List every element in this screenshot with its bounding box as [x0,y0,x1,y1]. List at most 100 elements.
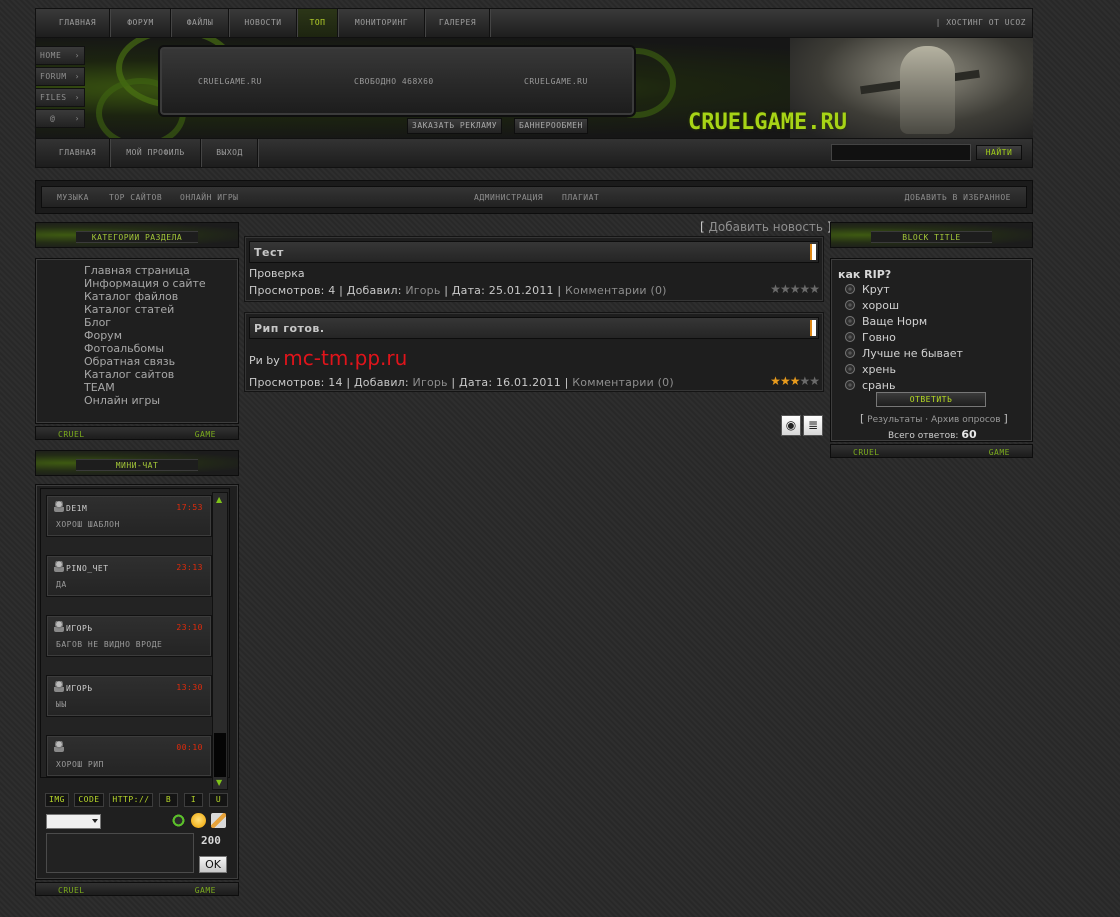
category-link[interactable]: Обратная связь [84,355,206,368]
author-link[interactable]: Игорь [405,284,440,297]
site-logo[interactable]: CRUELGAME.RU [688,110,847,135]
radio-button[interactable] [845,284,855,294]
category-link[interactable]: TEAM [84,381,206,394]
category-link[interactable]: Каталог статей [84,303,206,316]
star-icon[interactable]: ★ [809,374,820,388]
poll-option[interactable]: Говно [845,331,896,344]
category-link[interactable]: Форум [84,329,206,342]
category-link[interactable]: Каталог файлов [84,290,206,303]
radio-button[interactable] [845,380,855,390]
side-home-button[interactable]: HOME › [35,46,85,65]
nav-forum[interactable]: Форум [111,9,171,37]
chat-username[interactable]: DE1m [66,504,87,513]
smiley-icon[interactable] [191,813,206,828]
star-icon[interactable]: ★ [799,374,810,388]
nav-monitoring[interactable]: Мониторинг [339,9,425,37]
star-icon[interactable]: ★ [770,282,781,296]
eye-icon[interactable]: ◉ [781,415,801,436]
author-link[interactable]: Игорь [413,376,448,389]
category-link[interactable]: Каталог сайтов [84,368,206,381]
star-icon[interactable]: ★ [809,282,820,296]
chat-messages[interactable]: DE1m 17:53 хорош шаблон Pino_Чет 23:13 д… [40,488,230,778]
star-icon[interactable]: ★ [780,374,791,388]
star-icon[interactable]: ★ [780,282,791,296]
bbcode-code-button[interactable]: CODE [74,793,104,807]
scroll-thumb[interactable] [214,733,226,777]
list-view-icon[interactable]: ≣ [803,415,823,436]
link-top-sites[interactable]: ТОР сайтов [109,193,162,202]
category-link[interactable]: Главная страница [84,264,206,277]
banner-exchange-button[interactable]: Баннерообмен [514,118,588,134]
category-link[interactable]: Информация о сайте [84,277,206,290]
star-icon[interactable]: ★ [790,282,801,296]
poll-option[interactable]: Лучше не бывает [845,347,963,360]
side-mail-button[interactable]: @ › [35,109,85,128]
nav-home[interactable]: Главная [46,9,110,37]
entry-menu-icon[interactable] [810,244,816,260]
chat-message-input[interactable] [46,833,194,873]
order-ad-button[interactable]: Заказать рекламу [407,118,503,134]
radio-button[interactable] [845,364,855,374]
category-link[interactable]: Онлайн игры [84,394,206,407]
chat-username[interactable]: Игорь [66,684,93,693]
nav-top[interactable]: ТОП [298,9,338,37]
nav-news[interactable]: Новости [230,9,297,37]
category-link[interactable]: Блог [84,316,206,329]
poll-archive-link[interactable]: Архив опросов [931,415,1001,425]
poll-option[interactable]: Крут [845,283,890,296]
search-input[interactable] [831,144,971,161]
entry-body-link[interactable]: mc-tm.pp.ru [283,346,407,370]
comments-link[interactable]: Комментарии (0) [565,284,667,297]
poll-results-link[interactable]: Результаты [867,415,922,425]
entry-title[interactable]: Тест [254,246,284,259]
chat-scrollbar[interactable]: ▲ ▼ [212,492,228,790]
poll-option[interactable]: хорош [845,299,899,312]
chat-send-button[interactable]: OK [199,856,227,873]
entry-menu-icon[interactable] [810,320,816,336]
nav-files[interactable]: Файлы [172,9,229,37]
bbcode-url-button[interactable]: http:// [109,793,153,807]
comments-link[interactable]: Комментарии (0) [572,376,674,389]
bbcode-italic-button[interactable]: i [184,793,203,807]
add-news-link[interactable]: Добавить новость [709,220,823,234]
link-online-games[interactable]: Онлайн игры [180,193,238,202]
scroll-down-icon[interactable]: ▼ [216,778,222,787]
side-files-button[interactable]: FILES › [35,88,85,107]
star-icon[interactable]: ★ [799,282,810,296]
add-favorites-link[interactable]: Добавить в избранное [905,193,1011,202]
link-plagiarism[interactable]: Плагиат [562,193,599,202]
poll-option[interactable]: срань [845,379,895,392]
rating-stars[interactable]: ★★★★★ [770,374,820,388]
bbcode-bold-button[interactable]: b [159,793,178,807]
userbar-logout[interactable]: Выход [202,139,258,167]
nav-gallery[interactable]: Галерея [426,9,490,37]
poll-option[interactable]: хрень [845,363,896,376]
star-icon[interactable]: ★ [790,374,801,388]
category-link[interactable]: Фотоальбомы [84,342,206,355]
side-forum-button[interactable]: FORUM › [35,67,85,86]
radio-button[interactable] [845,348,855,358]
search-button[interactable]: Найти [976,145,1022,160]
entry-title[interactable]: Рип готов. [254,322,325,335]
poll-option[interactable]: Ваще Норм [845,315,927,328]
link-music[interactable]: Музыка [57,193,89,202]
bbcode-img-button[interactable]: IMG [45,793,69,807]
userbar-profile[interactable]: Мой профиль [111,139,201,167]
scroll-up-icon[interactable]: ▲ [216,495,222,504]
link-administration[interactable]: Администрация [474,193,543,202]
clear-icon[interactable] [211,813,226,828]
star-icon[interactable]: ★ [770,374,781,388]
chat-username[interactable]: Pino_Чет [66,564,109,573]
radio-button[interactable] [845,300,855,310]
radio-button[interactable] [845,316,855,326]
rating-stars[interactable]: ★★★★★ [770,282,820,296]
ad-banner[interactable]: CruelGame.Ru Свободно 468x60 CruelGame.R… [158,45,636,117]
bbcode-underline-button[interactable]: u [209,793,228,807]
radio-button[interactable] [845,332,855,342]
refresh-icon[interactable] [171,813,186,828]
chat-username[interactable]: Игорь [66,624,93,633]
hosting-link[interactable]: | Хостинг от uCoz [936,9,1026,37]
vote-button[interactable]: Ответить [876,392,986,407]
userbar-home[interactable]: Главная [46,139,110,167]
chat-dropdown[interactable] [46,814,101,829]
